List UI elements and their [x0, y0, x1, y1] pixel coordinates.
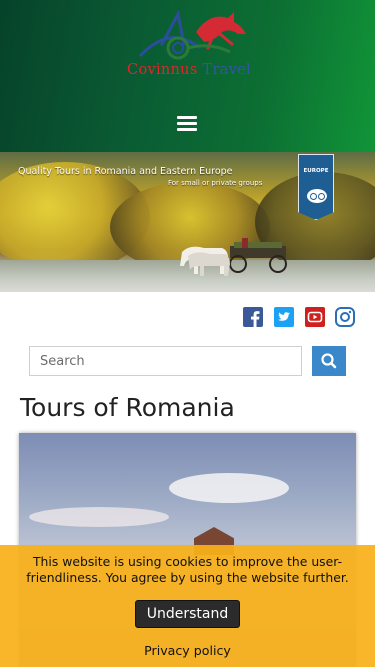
youtube-icon[interactable]	[305, 307, 327, 329]
brand-name[interactable]: Covinnus Travel	[104, 62, 274, 78]
hero-subline: For small or private groups	[168, 179, 263, 187]
travelers-choice-badge[interactable]: EUROPE	[298, 154, 334, 220]
instagram-icon[interactable]	[335, 307, 357, 329]
page-title: Tours of Romania	[20, 393, 235, 422]
cookie-accept-button[interactable]: Understand	[135, 600, 240, 628]
tripadvisor-owl-icon	[307, 189, 327, 203]
facebook-icon[interactable]	[243, 307, 265, 329]
privacy-policy-link[interactable]: Privacy policy	[0, 643, 375, 658]
cookie-banner: This website is using cookies to improve…	[0, 545, 375, 667]
search-input[interactable]	[29, 346, 302, 376]
sky-cloud	[29, 507, 169, 527]
page: Covinnus Travel Quality Tours in Romania…	[0, 0, 375, 667]
cookie-message: This website is using cookies to improve…	[26, 554, 349, 585]
horse-cart-icon	[180, 238, 287, 276]
brand-word-1: Covinnus	[127, 62, 198, 78]
twitter-icon[interactable]	[274, 307, 296, 329]
brand-word-2: Travel	[202, 62, 251, 78]
search-icon	[321, 353, 337, 369]
sky-cloud	[169, 473, 289, 503]
hero-headline: Quality Tours in Romania and Eastern Eur…	[18, 166, 233, 177]
search-button[interactable]	[312, 346, 346, 376]
hamburger-menu-icon[interactable]	[171, 110, 203, 138]
site-header: Covinnus Travel	[0, 0, 375, 152]
hero-banner: Quality Tours in Romania and Eastern Eur…	[0, 152, 375, 292]
badge-text-icon: EUROPE	[303, 168, 329, 174]
